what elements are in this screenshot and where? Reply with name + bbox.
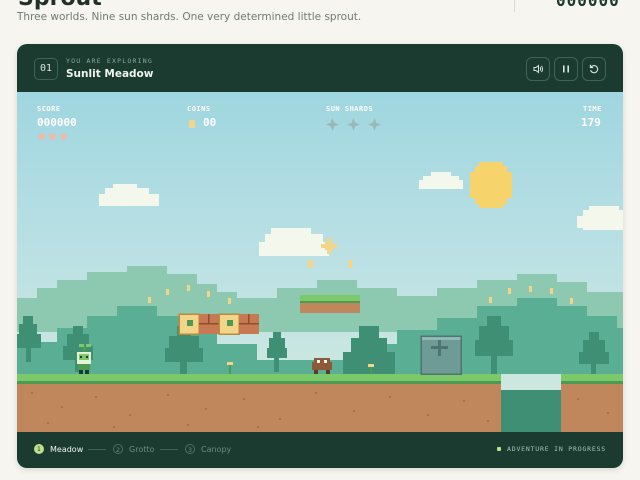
sun-shard-icon [368,118,381,131]
restart-icon [589,64,599,74]
volume-icon [533,64,544,74]
level-number-badge: 01 [34,58,58,80]
hud-time-value: 179 [581,116,601,129]
game-stage[interactable]: SCORE 000000 ♥ ♥ ♥ COINS 00 SUN SHARDS T… [17,92,623,432]
pause-button[interactable] [554,57,578,81]
sun-shard-icon [326,118,339,131]
hud-shards-label: SUN SHARDS [326,105,374,113]
restart-button[interactable] [582,57,606,81]
level-name: Sunlit Meadow [66,68,154,80]
hud-time-label: TIME [583,105,602,113]
heart-icon: ♥ [47,133,57,144]
sun-shard-icon [347,118,360,131]
cloud [419,172,463,189]
step-meadow[interactable]: 1 Meadow [34,444,83,454]
explore-label: YOU ARE EXPLORING [66,57,153,65]
top-score: 000000 [556,0,620,10]
volume-button[interactable] [526,57,550,81]
coin-icon [189,120,195,128]
floating-platform [300,295,360,313]
step-number: 2 [113,444,123,454]
hud-score-label: SCORE [37,105,61,113]
game-card: 01 YOU ARE EXPLORING Sunlit Meadow SCORE… [17,44,623,468]
hearts: ♥ ♥ ♥ [37,134,68,144]
pit [501,390,561,432]
top-divider [514,0,515,12]
sun [470,162,512,208]
level-progress: 1 Meadow 2 Grotto 3 Canopy ADVENTURE IN … [17,432,623,468]
step-grotto[interactable]: 2 Grotto [113,444,154,454]
brick-block-row [178,313,259,335]
step-label: Grotto [129,444,155,454]
ground-left [17,374,501,432]
step-connector [160,449,178,450]
cloud [259,228,329,256]
hud-score-value: 000000 [37,116,77,129]
cloud [99,184,159,206]
page-title: Sprout [18,0,102,11]
game-scene [17,162,623,432]
step-canopy[interactable]: 3 Canopy [185,444,231,454]
step-number: 3 [185,444,195,454]
shard-slots [326,118,381,131]
status-dot [497,447,502,451]
heart-icon: ♥ [37,133,46,144]
tagline: Three worlds. Nine sun shards. One very … [17,11,362,23]
step-connector [88,449,106,450]
stone-pillar [420,335,462,375]
hud-coins-value: 00 [203,116,217,129]
step-number: 1 [34,444,44,454]
status-text: ADVENTURE IN PROGRESS [507,445,606,453]
ground-right [561,374,623,432]
step-label: Canopy [201,444,232,454]
pause-icon [563,65,569,73]
heart-icon: ♥ [58,133,68,144]
status-indicator: ADVENTURE IN PROGRESS [497,445,606,453]
top-score-label: ° [536,0,542,5]
step-label: Meadow [50,444,84,454]
cloud [577,206,623,230]
hud-coins-label: COINS [187,105,211,113]
